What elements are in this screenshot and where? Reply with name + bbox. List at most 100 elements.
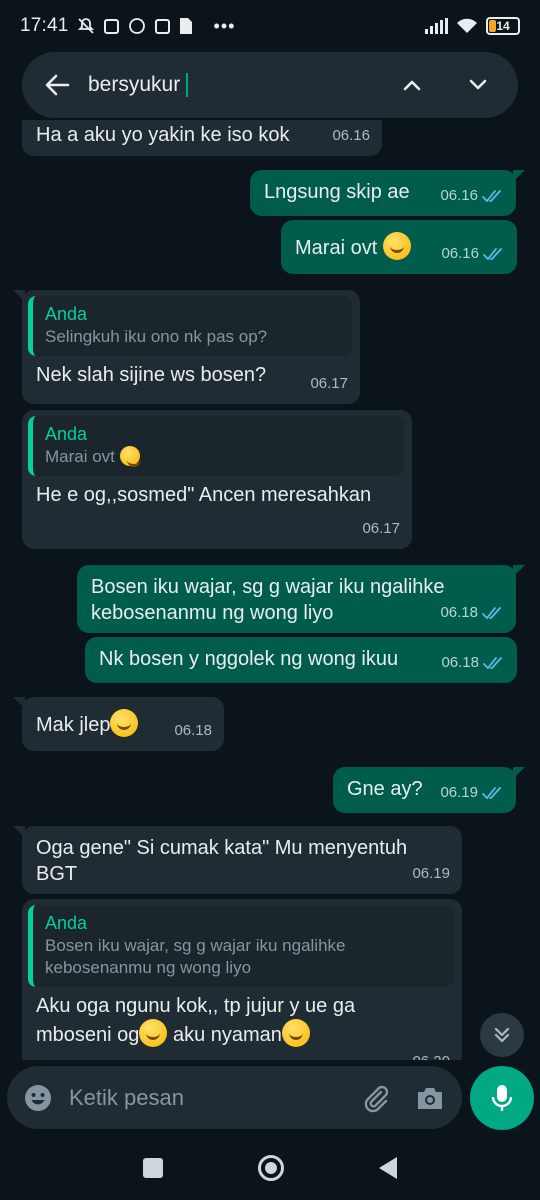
message-list[interactable]: Ha a aku yo yakin ke iso kok 06.16 Lngsu… <box>0 120 540 1060</box>
status-time: 17:41 <box>20 15 69 36</box>
message-text: Nek slah sijine ws bosen? <box>36 364 267 386</box>
chevron-up-icon <box>403 80 421 91</box>
message-meta: 06.16 <box>441 241 505 267</box>
message-incoming[interactable]: Anda Marai ovt He e og,,sosmed" Ancen me… <box>22 410 412 549</box>
mute-icon <box>77 18 94 34</box>
message-outgoing[interactable]: Nk bosen y nggolek ng wong ikuu 06.18 <box>85 637 517 683</box>
chevron-down-icon <box>469 79 487 90</box>
scroll-to-bottom-button[interactable] <box>480 1013 524 1057</box>
message-time: 06.18 <box>440 604 478 621</box>
message-meta: 06.16 <box>332 123 370 149</box>
quote-text-line: Bosen iku wajar, sg g wajar iku ngalihke <box>45 936 346 955</box>
message-meta: 06.20 <box>412 1049 450 1060</box>
crying-emoji-icon <box>110 709 139 737</box>
read-ticks-icon <box>483 657 502 670</box>
emoji-icon <box>25 1084 51 1111</box>
message-time: 06.16 <box>332 127 370 144</box>
smile-emoji-icon <box>281 1019 310 1047</box>
wifi-icon <box>457 18 477 33</box>
message-meta: 06.18 <box>441 650 505 676</box>
quoted-message[interactable]: Anda Marai ovt <box>28 416 404 476</box>
message-text: Gne ay? <box>347 778 423 800</box>
battery-level: 14 <box>496 19 510 33</box>
message-input[interactable]: Ketik pesan <box>69 1085 338 1111</box>
message-incoming[interactable]: Anda Selingkuh iku ono nk pas op? Nek sl… <box>13 290 360 404</box>
laughing-emoji-icon <box>119 446 141 467</box>
message-meta: 06.19 <box>440 780 504 806</box>
quoted-message[interactable]: Anda Bosen iku wajar, sg g wajar iku nga… <box>28 905 454 987</box>
message-incoming[interactable]: Oga gene" Si cumak kata" Mu menyentuh BG… <box>13 826 462 894</box>
quote-author: Anda <box>45 913 88 933</box>
emoji-button[interactable] <box>23 1083 53 1113</box>
file-icon <box>179 18 192 34</box>
quote-text-line: kebosenanmu ng wong liyo <box>45 958 252 977</box>
back-button[interactable] <box>379 1157 397 1179</box>
double-chevron-down-icon <box>494 1027 510 1043</box>
quote-text: Selingkuh iku ono nk pas op? <box>45 327 268 346</box>
chat-search-bar <box>22 52 518 118</box>
message-time: 06.16 <box>441 245 479 262</box>
instagram-icon <box>154 18 170 34</box>
message-outgoing[interactable]: Gne ay? 06.19 <box>333 767 525 813</box>
home-button[interactable] <box>258 1155 284 1181</box>
quote-author: Anda <box>45 424 88 444</box>
battery-icon: 14 <box>486 17 520 35</box>
message-meta: 06.18 <box>440 600 504 626</box>
read-ticks-icon <box>482 787 501 800</box>
message-text: Lngsung skip ae <box>264 181 410 203</box>
read-ticks-icon <box>482 190 501 203</box>
message-meta: 06.16 <box>440 183 504 209</box>
quote-text: Marai ovt <box>45 446 394 468</box>
message-composer[interactable]: Ketik pesan <box>7 1066 462 1129</box>
message-time: 06.19 <box>440 784 478 801</box>
message-text-part: mboseni og <box>36 1024 140 1046</box>
camera-button[interactable] <box>414 1082 446 1114</box>
microphone-icon <box>491 1085 513 1111</box>
signal-icon <box>425 18 448 34</box>
recent-apps-button[interactable] <box>143 1158 163 1178</box>
message-text-part: aku nyaman <box>167 1024 282 1046</box>
message-time: 06.19 <box>412 865 450 882</box>
paperclip-icon <box>364 1085 389 1112</box>
read-ticks-icon <box>483 248 502 261</box>
message-incoming[interactable]: Ha a aku yo yakin ke iso kok 06.16 <box>22 120 382 156</box>
message-incoming[interactable]: Mak jlep 06.18 <box>13 697 224 751</box>
message-time: 06.18 <box>174 722 212 739</box>
nfc-icon <box>103 18 119 34</box>
attach-button[interactable] <box>360 1082 392 1114</box>
camera-icon <box>418 1087 442 1109</box>
quoted-message[interactable]: Anda Selingkuh iku ono nk pas op? <box>28 296 352 356</box>
notification-icons: ••• <box>77 16 236 37</box>
voice-message-button[interactable] <box>470 1066 534 1130</box>
message-text-line: Aku oga ngunu kok,, tp jujur y ue ga <box>36 995 356 1017</box>
message-outgoing[interactable]: Bosen iku wajar, sg g wajar iku ngalihke… <box>77 565 525 633</box>
message-text-line: Oga gene" Si cumak kata" Mu menyentuh <box>36 837 408 859</box>
message-time: 06.20 <box>412 1049 450 1060</box>
message-outgoing[interactable]: Lngsung skip ae 06.16 <box>250 170 525 216</box>
message-incoming[interactable]: Anda Bosen iku wajar, sg g wajar iku nga… <box>22 899 462 1060</box>
message-time: 06.17 <box>310 375 348 392</box>
system-navigation-bar <box>0 1136 540 1200</box>
message-meta: 06.17 <box>362 516 400 542</box>
status-bar: 17:41 ••• 14 <box>0 0 540 52</box>
search-input[interactable] <box>88 73 188 97</box>
message-meta: 06.18 <box>174 718 212 744</box>
message-text: Ha a aku yo yakin ke iso kok <box>36 124 290 146</box>
message-text: Mak jlep <box>36 714 111 736</box>
message-text-line: mboseni og aku nyaman <box>36 1019 448 1048</box>
message-time: 06.16 <box>440 187 478 204</box>
message-outgoing[interactable]: Marai ovt 06.16 <box>281 220 517 274</box>
message-text: Nk bosen y nggolek ng wong ikuu <box>99 648 399 670</box>
message-text: Marai ovt <box>295 237 378 259</box>
message-time: 06.18 <box>441 654 479 671</box>
smile-emoji-icon <box>139 1019 168 1047</box>
whatsapp-icon <box>128 18 145 34</box>
back-arrow-icon[interactable] <box>42 70 72 100</box>
more-notifications-icon: ••• <box>213 15 236 36</box>
laughing-emoji-icon <box>382 232 411 260</box>
search-next-button[interactable] <box>456 63 500 107</box>
message-time: 06.17 <box>362 520 400 537</box>
read-ticks-icon <box>482 607 501 620</box>
message-meta: 06.17 <box>310 371 348 397</box>
search-prev-button[interactable] <box>390 63 434 107</box>
